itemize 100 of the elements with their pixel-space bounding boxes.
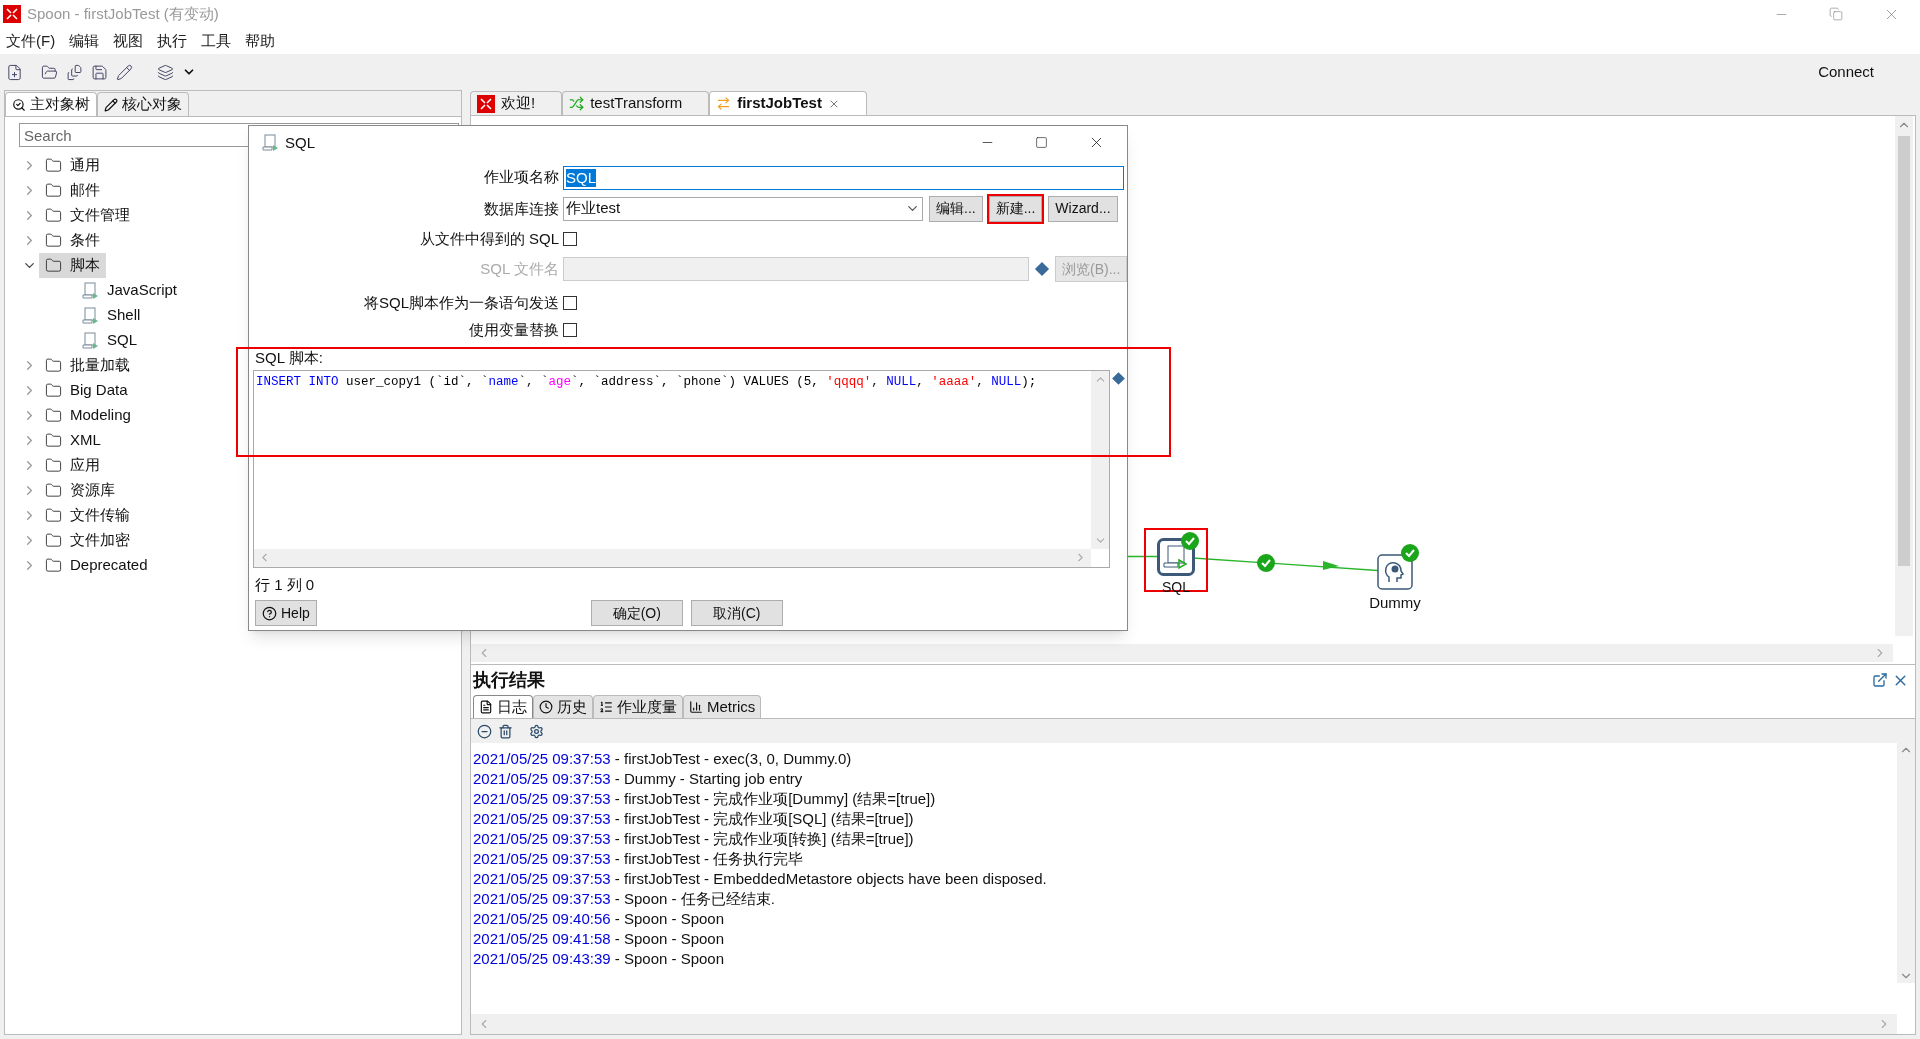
canvas-node[interactable]: Dummy <box>1355 554 1435 615</box>
tree-item[interactable]: 文件管理 <box>39 203 136 228</box>
checkbox[interactable] <box>563 231 577 246</box>
open-folder-icon[interactable] <box>41 63 58 81</box>
tree-item[interactable]: JavaScript <box>75 278 184 303</box>
results-tab[interactable]: 日志 <box>473 695 533 718</box>
checkbox[interactable] <box>563 322 577 337</box>
tree-item[interactable]: 文件传输 <box>39 503 136 528</box>
app-logo-icon <box>477 94 495 113</box>
editor-tab[interactable]: testTransform <box>562 91 710 115</box>
trash-icon[interactable] <box>498 723 513 739</box>
new-file-icon[interactable] <box>6 63 23 81</box>
menu-item[interactable]: 编辑 <box>69 29 100 53</box>
log-line: 2021/05/25 09:43:39 - Spoon - Spoon <box>473 949 725 969</box>
panel-tab[interactable]: 主对象树 <box>5 92 97 116</box>
tree-item[interactable]: 条件 <box>39 228 106 253</box>
maximize-icon[interactable] <box>1035 136 1048 150</box>
folder-icon <box>45 482 62 499</box>
horizontal-scrollbar[interactable] <box>471 1014 1897 1034</box>
field-label: 从文件中得到的 SQL <box>418 228 559 249</box>
menu-item[interactable]: 帮助 <box>245 29 276 53</box>
tree-item[interactable]: 邮件 <box>39 178 106 203</box>
vertical-scrollbar[interactable] <box>1895 116 1913 636</box>
results-tab[interactable]: 历史 <box>533 695 593 718</box>
tree-item[interactable]: 批量加载 <box>39 353 136 378</box>
help-button[interactable]: Help <box>255 600 317 626</box>
editor-tab[interactable]: 欢迎! <box>470 91 563 115</box>
folder-icon <box>45 207 62 224</box>
tree-item[interactable]: XML <box>39 428 107 453</box>
tree-item[interactable]: 通用 <box>39 153 106 178</box>
field-label: 数据库连接 <box>483 199 559 220</box>
window-title: Spoon - firstJobTest (有变动) <box>27 3 219 24</box>
tree-item[interactable]: Modeling <box>39 403 137 428</box>
results-tab[interactable]: Metrics <box>683 695 762 718</box>
log-line: 2021/05/25 09:37:53 - firstJobTest - 完成作业项[转换] (结果=[true]) <box>473 829 914 849</box>
clock-icon <box>539 700 553 714</box>
success-badge-icon <box>1401 544 1419 562</box>
folder-icon <box>45 157 62 174</box>
cursor-position: 行 1 列 0 <box>255 574 316 595</box>
dialog-button[interactable]: 编辑... <box>929 195 983 222</box>
folder-icon <box>45 182 62 199</box>
log-line: 2021/05/25 09:37:53 - firstJobTest - exec(3, 0, Dummy.0) <box>473 749 852 769</box>
field-label: 作业项名称 <box>483 167 559 188</box>
folder-icon <box>45 457 62 474</box>
hop-ok-icon <box>1257 554 1275 572</box>
tree-item[interactable]: 应用 <box>39 453 106 478</box>
editor-tab[interactable]: firstJobTest <box>709 91 867 115</box>
folder-icon <box>45 432 62 449</box>
clear-icon[interactable] <box>477 723 492 739</box>
horizontal-scrollbar[interactable] <box>471 644 1893 662</box>
field-label: SQL 文件名 <box>479 258 559 279</box>
menu-item[interactable]: 执行 <box>157 29 188 53</box>
tree-item[interactable]: SQL <box>75 328 143 353</box>
log-line: 2021/05/25 09:37:53 - Spoon - 任务已经结束. <box>473 889 775 909</box>
save-as-icon[interactable] <box>116 63 133 81</box>
menu-item[interactable]: 文件(F) <box>6 29 56 53</box>
script-icon <box>81 331 99 350</box>
log-line: 2021/05/25 09:37:53 - firstJobTest - 完成作业项[Dummy] (结果=[true]) <box>473 789 936 809</box>
tree-item[interactable]: Shell <box>75 303 147 328</box>
folder-icon <box>45 357 62 374</box>
dialog-button[interactable]: 新建... <box>988 195 1043 222</box>
log-line: 2021/05/25 09:40:56 - Spoon - Spoon <box>473 909 725 929</box>
folder-icon <box>45 507 62 524</box>
explore-icon[interactable] <box>66 63 83 81</box>
transform-icon <box>569 96 585 111</box>
restore-icon[interactable] <box>1829 7 1843 21</box>
success-badge-icon <box>1181 532 1199 550</box>
settings-icon[interactable] <box>529 723 544 739</box>
save-icon[interactable] <box>91 63 108 81</box>
script-editor[interactable]: INSERT INTO user_copy1 (`id`, `name`, `age`, `address`, `phone`) VALUES (5, 'qqqq', NULL, 'aaaa', NULL); <box>253 369 1110 568</box>
dialog-button[interactable]: Wizard... <box>1048 195 1118 222</box>
app-logo-icon <box>3 5 21 23</box>
results-tab[interactable]: 作业度量 <box>593 695 683 718</box>
tree-item[interactable]: 资源库 <box>39 478 121 503</box>
field-label: 将SQL脚本作为一条语句发送 <box>363 293 559 313</box>
name-field[interactable]: SQL <box>563 165 1124 190</box>
connection-dropdown[interactable]: 作业test <box>563 196 923 221</box>
vertical-scrollbar[interactable] <box>1897 743 1915 983</box>
tree-item[interactable]: 文件加密 <box>39 528 136 553</box>
tree-item[interactable]: Deprecated <box>39 553 154 578</box>
tree-item[interactable]: 脚本 <box>39 253 106 278</box>
detach-icon[interactable] <box>1872 672 1888 688</box>
log-line: 2021/05/25 09:41:58 - Spoon - Spoon <box>473 929 725 949</box>
log-line: 2021/05/25 09:37:53 - Dummy - Starting job entry <box>473 769 803 789</box>
connect-button[interactable]: Connect <box>1818 60 1874 84</box>
menu-item[interactable]: 视图 <box>113 29 144 53</box>
folder-icon <box>45 382 62 399</box>
tree-item[interactable]: Big Data <box>39 378 134 403</box>
log-line: 2021/05/25 09:37:53 - firstJobTest - 任务执行完毕 <box>473 849 804 869</box>
layers-icon[interactable] <box>157 63 174 81</box>
menu-item[interactable]: 工具 <box>201 29 232 53</box>
panel-tab[interactable]: 核心对象 <box>97 92 189 116</box>
checkbox[interactable] <box>563 296 577 311</box>
job-icon <box>716 96 732 111</box>
dummy-node-icon[interactable] <box>1377 554 1413 590</box>
ok-button[interactable]: 确定(O) <box>590 600 683 626</box>
script-icon <box>261 133 279 152</box>
sql-node-icon[interactable] <box>1157 538 1195 576</box>
variable-icon <box>1112 371 1125 385</box>
cancel-button[interactable]: 取消(C) <box>690 600 783 626</box>
